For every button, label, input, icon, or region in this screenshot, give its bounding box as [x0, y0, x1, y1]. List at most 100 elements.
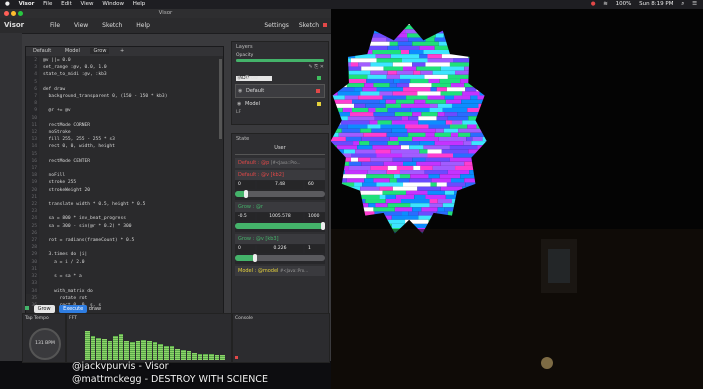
range-inputs: 0 7.48 60 [235, 181, 325, 189]
visual-stripe [493, 133, 512, 137]
code-line[interactable]: 9 @r += @v [26, 107, 223, 114]
visual-stripe [331, 223, 342, 228]
code-editor[interactable]: Default Model Grow + 2 @v ||= 0.0 3 set_ran… [25, 46, 224, 320]
code-line[interactable]: 17 [26, 165, 223, 172]
execute-button[interactable]: Execute [59, 305, 88, 313]
code-line[interactable]: 11 rectMode CORNER [26, 122, 223, 129]
value-input[interactable]: 1005.578 [257, 213, 303, 221]
visual-stripe [428, 219, 450, 224]
code-line[interactable]: 2 @v ||= 0.0 [26, 57, 223, 64]
opacity-slider[interactable] [236, 59, 324, 62]
slider-knob[interactable] [243, 190, 248, 198]
editor-scrollbar[interactable] [219, 59, 222, 139]
value-slider[interactable] [235, 222, 326, 230]
code-line[interactable]: 32 s = sa * a [26, 273, 223, 280]
code-line[interactable]: 6 def draw [26, 86, 223, 93]
code-line[interactable]: 15 [26, 151, 223, 158]
code-line[interactable]: 10 [26, 115, 223, 122]
menu-window[interactable]: Window [102, 1, 124, 7]
code-line[interactable]: 5 [26, 79, 223, 86]
code-line[interactable]: 19 stroke 255 [26, 179, 223, 186]
menu-help[interactable]: Help [133, 1, 146, 7]
add-tab-icon[interactable]: + [117, 48, 127, 54]
clock[interactable]: Sun 8:19 PM [639, 1, 673, 7]
code-line[interactable]: 28 [26, 244, 223, 251]
code-line[interactable]: 26 [26, 230, 223, 237]
max-input[interactable]: 1 [305, 245, 325, 253]
fft-bar [107, 340, 113, 360]
min-input[interactable]: 0 [235, 181, 255, 189]
visual-stripe [357, 145, 373, 150]
visual-stripe [418, 116, 437, 121]
min-input[interactable]: -0.5 [235, 213, 255, 221]
code-line[interactable]: 21 [26, 194, 223, 201]
code-line[interactable]: 33 [26, 280, 223, 287]
code-line[interactable]: 27 rot = radians(frameCount) * 0.5 [26, 237, 223, 244]
code-line[interactable]: 23 [26, 208, 223, 215]
max-input[interactable]: 60 [305, 181, 325, 189]
code-line[interactable]: 22 translate width * 0.5, height * 0.5 [26, 201, 223, 208]
code-text[interactable]: 2 @v ||= 0.0 3 set_range :@v, 0.0, 1.0 4 stat… [26, 57, 223, 309]
code-line[interactable]: 12 noStroke [26, 129, 223, 136]
search-icon[interactable]: ⌕ [681, 1, 684, 7]
code-line[interactable]: 24 sa = 800 * inv_beat_progress [26, 215, 223, 222]
value-slider[interactable] [235, 254, 325, 262]
apple-icon[interactable]: ● [5, 1, 10, 7]
slider-knob[interactable] [321, 222, 326, 230]
sketch-button[interactable]: Sketch [299, 22, 319, 29]
visual-stripe [444, 207, 458, 212]
layer-select[interactable]: Grow [33, 305, 55, 313]
code-line[interactable]: 7 background_transparent 0, (150 - 150 *… [26, 93, 223, 100]
menu-edit[interactable]: Edit [61, 1, 72, 7]
tap-tempo-button[interactable]: 131 BPM [29, 328, 61, 360]
tab-model[interactable]: Model [62, 48, 83, 54]
menu-list-icon[interactable]: ☰ [692, 1, 697, 7]
app-menu-file[interactable]: File [50, 22, 60, 29]
app-menu-help[interactable]: Help [136, 22, 150, 29]
minimize-window-icon[interactable] [11, 11, 16, 16]
max-input[interactable]: 1000 [305, 213, 325, 221]
record-icon[interactable]: ● [591, 1, 596, 7]
code-line[interactable]: 35 rotate rot [26, 295, 223, 302]
code-line[interactable]: 3 set_range :@v, 0.0, 1.0 [26, 64, 223, 71]
tab-grow[interactable]: Grow [90, 48, 110, 54]
value-slider[interactable] [235, 190, 325, 198]
battery-percent[interactable]: 100% [616, 1, 632, 7]
layer-tool-icons[interactable]: ✎ ⎘ ✕ [308, 64, 324, 70]
code-line[interactable]: 34 with_matrix do [26, 288, 223, 295]
menu-view[interactable]: View [81, 1, 94, 7]
code-line[interactable]: 16 rectMode CENTER [26, 158, 223, 165]
min-input[interactable]: 0 [235, 245, 255, 253]
value-input[interactable]: 7.48 [257, 181, 303, 189]
layer-grow[interactable]: ◉ Grow [235, 72, 325, 84]
eye-icon[interactable]: ◉ [238, 85, 242, 97]
slider-knob[interactable] [252, 254, 257, 262]
tab-default[interactable]: Default [30, 48, 54, 54]
state-tab-user[interactable]: User [235, 145, 325, 155]
value-input[interactable]: 0.226 [257, 245, 303, 253]
zoom-window-icon[interactable] [18, 11, 23, 16]
close-window-icon[interactable] [4, 11, 9, 16]
code-line[interactable]: 31 [26, 266, 223, 273]
settings-button[interactable]: Settings [264, 22, 289, 29]
code-line[interactable]: 25 sa = 300 - sin(@r * 0.2) * 300 [26, 223, 223, 230]
eye-icon[interactable]: ◉ [237, 72, 241, 84]
code-line[interactable]: 13 fill 255, 255 - 255 * s3 [26, 136, 223, 143]
layer-default[interactable]: ◉ Default [235, 84, 325, 98]
code-line[interactable]: 14 rect 0, 0, width, height [26, 143, 223, 150]
app-menu-sketch[interactable]: Sketch [102, 22, 122, 29]
app-menu-view[interactable]: View [74, 22, 88, 29]
code-line[interactable]: 30 a = i / 2.0 [26, 259, 223, 266]
code-line[interactable]: 18 noFill [26, 172, 223, 179]
layer-model[interactable]: ◉ Model [235, 98, 325, 110]
fft-bar [197, 353, 203, 360]
code-line[interactable]: 8 [26, 100, 223, 107]
wifi-icon[interactable]: ≋ [603, 1, 608, 7]
menu-file[interactable]: File [43, 1, 52, 7]
code-line[interactable]: 4 state_to_midi :@v, :kb3 [26, 71, 223, 78]
eye-icon[interactable]: ◉ [237, 98, 241, 110]
menu-app-name[interactable]: Visor [19, 1, 35, 7]
code-line[interactable]: 29 3.times do |i| [26, 251, 223, 258]
code-line[interactable]: 20 strokeWeight 20 [26, 187, 223, 194]
line-number: 4 [34, 72, 37, 78]
